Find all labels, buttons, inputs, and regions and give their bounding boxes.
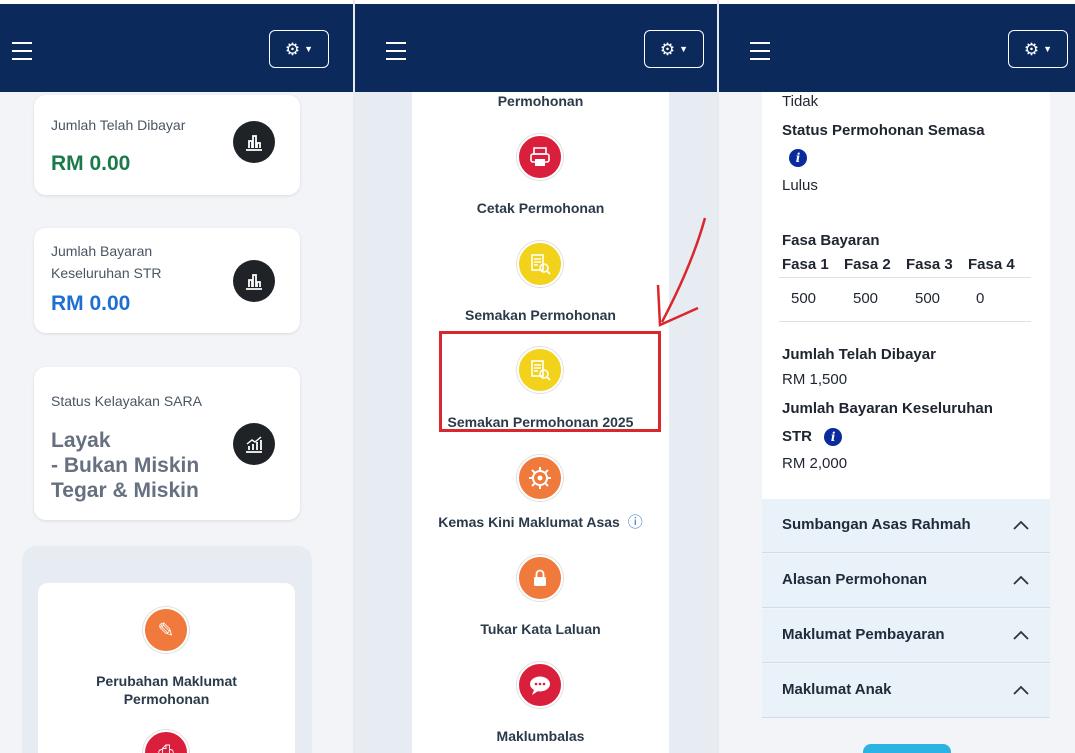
service-perubahan-maklumat[interactable]: Perubahan Maklumat Permohonan bbox=[38, 672, 295, 708]
card-label: Jumlah Telah Dibayar bbox=[51, 117, 186, 133]
top-navbar: ⚙ ▼ bbox=[0, 4, 353, 92]
service-tukar-kata-laluan[interactable]: Tukar Kata Laluan bbox=[412, 620, 669, 638]
hamburger-menu-icon[interactable] bbox=[750, 42, 770, 60]
accordion-maklumat-pembayaran[interactable]: Maklumat Pembayaran bbox=[762, 609, 1050, 663]
accordion-title: Sumbangan Asas Rahmah bbox=[782, 516, 971, 533]
gear-icon: ⚙ bbox=[659, 39, 676, 59]
annotation-arrow-icon bbox=[656, 217, 707, 327]
fasa-table-row: 500 500 500 0 bbox=[779, 280, 1031, 322]
panel-services: ⚙ ▼ Permohonan Cetak Permohonan Semakan … bbox=[355, 0, 717, 753]
gear-icon[interactable] bbox=[517, 455, 563, 501]
card-label-line1: Jumlah Bayaran bbox=[51, 243, 153, 259]
fasa-header-cell: Fasa 4 bbox=[968, 256, 1015, 273]
accordion-alasan-permohonan[interactable]: Alasan Permohonan bbox=[762, 554, 1050, 608]
fasa-cell: 500 bbox=[853, 290, 879, 307]
status-line: Layak bbox=[51, 429, 111, 452]
prev-field-value: Tidak bbox=[782, 93, 819, 110]
status-line: - Bukan Miskin bbox=[51, 454, 200, 477]
edit-document-icon[interactable]: ✎ bbox=[143, 607, 189, 653]
bar-chart-icon bbox=[233, 260, 275, 302]
accordion-sumbangan-asas-rahmah[interactable]: Sumbangan Asas Rahmah bbox=[762, 499, 1050, 553]
action-button[interactable] bbox=[863, 744, 951, 753]
hamburger-menu-icon[interactable] bbox=[12, 42, 32, 60]
paid-value: RM 1,500 bbox=[782, 371, 848, 388]
fasa-header-cell: Fasa 1 bbox=[782, 256, 829, 273]
service-label-partial[interactable]: Permohonan bbox=[412, 92, 669, 110]
fasa-table-header: Fasa 1 Fasa 2 Fasa 3 Fasa 4 bbox=[779, 252, 1031, 278]
accordion-title: Alasan Permohonan bbox=[782, 571, 928, 588]
total-label-text: STR bbox=[782, 428, 812, 445]
service-label-line2: Permohonan bbox=[123, 691, 210, 707]
panel-application-details: ⚙ ▼ Tidak Status Permohonan Semasa i Lul… bbox=[719, 0, 1075, 753]
accordion-title: Maklumat Pembayaran bbox=[782, 626, 945, 643]
total-label: Jumlah Bayaran Keseluruhan bbox=[782, 400, 993, 417]
total-value: RM 2,000 bbox=[782, 455, 848, 472]
info-icon[interactable]: i bbox=[824, 428, 843, 446]
card-label-line2: Keseluruhan STR bbox=[51, 265, 162, 281]
caret-down-icon: ▼ bbox=[1043, 43, 1053, 54]
gear-icon: ⚙ bbox=[1023, 39, 1040, 59]
card-label: Status Kelayakan SARA bbox=[51, 393, 202, 409]
document-search-icon[interactable] bbox=[517, 241, 563, 287]
sara-status-card: Status Kelayakan SARA Layak - Bukan Misk… bbox=[34, 367, 300, 520]
highlight-box bbox=[439, 331, 661, 432]
status-line: Tegar & Miskin bbox=[51, 479, 199, 502]
chevron-up-icon bbox=[1013, 685, 1029, 695]
chevron-up-icon bbox=[1013, 630, 1029, 640]
bar-chart-icon bbox=[233, 121, 275, 163]
fasa-header-cell: Fasa 3 bbox=[906, 256, 953, 273]
service-kemas-kini-maklumat-asas[interactable]: Kemas Kini Maklumat Asas ⓘ bbox=[412, 513, 669, 532]
info-icon[interactable]: i bbox=[789, 149, 807, 167]
service-cetak-permohonan[interactable]: Cetak Permohonan bbox=[412, 199, 669, 217]
caret-down-icon: ▼ bbox=[304, 43, 314, 54]
fasa-header-cell: Fasa 2 bbox=[844, 256, 891, 273]
trend-chart-icon bbox=[233, 423, 275, 465]
caret-down-icon: ▼ bbox=[679, 43, 689, 54]
chevron-up-icon bbox=[1013, 575, 1029, 585]
service-maklumbalas[interactable]: Maklumbalas bbox=[412, 727, 669, 745]
paid-amount-card: Jumlah Telah Dibayar RM 0.00 bbox=[34, 95, 300, 195]
fasa-cell: 0 bbox=[976, 290, 985, 307]
total-amount-card: Jumlah Bayaran Keseluruhan STR RM 0.00 bbox=[34, 228, 300, 333]
card-amount: RM 0.00 bbox=[51, 152, 131, 175]
settings-dropdown-button[interactable]: ⚙ ▼ bbox=[269, 30, 329, 68]
fasa-title: Fasa Bayaran bbox=[782, 232, 880, 249]
top-navbar: ⚙ ▼ bbox=[719, 4, 1075, 92]
gear-icon: ⚙ bbox=[284, 39, 301, 59]
service-label-line1: Perubahan Maklumat bbox=[96, 673, 237, 689]
panel-dashboard: ⚙ ▼ Jumlah Telah Dibayar RM 0.00 Jumlah … bbox=[0, 0, 353, 753]
settings-dropdown-button[interactable]: ⚙ ▼ bbox=[1008, 30, 1068, 68]
lock-icon[interactable] bbox=[517, 555, 563, 601]
paid-label: Jumlah Telah Dibayar bbox=[782, 346, 936, 363]
hamburger-menu-icon[interactable] bbox=[386, 42, 406, 60]
fasa-cell: 500 bbox=[791, 290, 817, 307]
info-letter: i bbox=[789, 149, 807, 167]
accordion-title: Maklumat Anak bbox=[782, 681, 892, 698]
sara-status-value: Layak - Bukan Miskin Tegar & Miskin bbox=[51, 428, 199, 503]
fasa-cell: 500 bbox=[915, 290, 941, 307]
card-amount: RM 0.00 bbox=[51, 292, 131, 315]
printer-icon[interactable] bbox=[517, 134, 563, 180]
chevron-up-icon bbox=[1013, 520, 1029, 530]
top-navbar: ⚙ ▼ bbox=[355, 4, 717, 92]
status-label: Status Permohonan Semasa bbox=[782, 122, 985, 139]
total-label-line2: STR i bbox=[782, 428, 843, 446]
info-icon[interactable]: ⓘ bbox=[628, 514, 643, 531]
accordion-maklumat-anak[interactable]: Maklumat Anak bbox=[762, 664, 1050, 718]
service-semakan-permohonan[interactable]: Semakan Permohonan bbox=[412, 306, 669, 324]
service-label: Kemas Kini Maklumat Asas bbox=[438, 514, 620, 530]
status-value: Lulus bbox=[782, 177, 818, 194]
chat-icon[interactable] bbox=[517, 662, 563, 708]
settings-dropdown-button[interactable]: ⚙ ▼ bbox=[644, 30, 704, 68]
